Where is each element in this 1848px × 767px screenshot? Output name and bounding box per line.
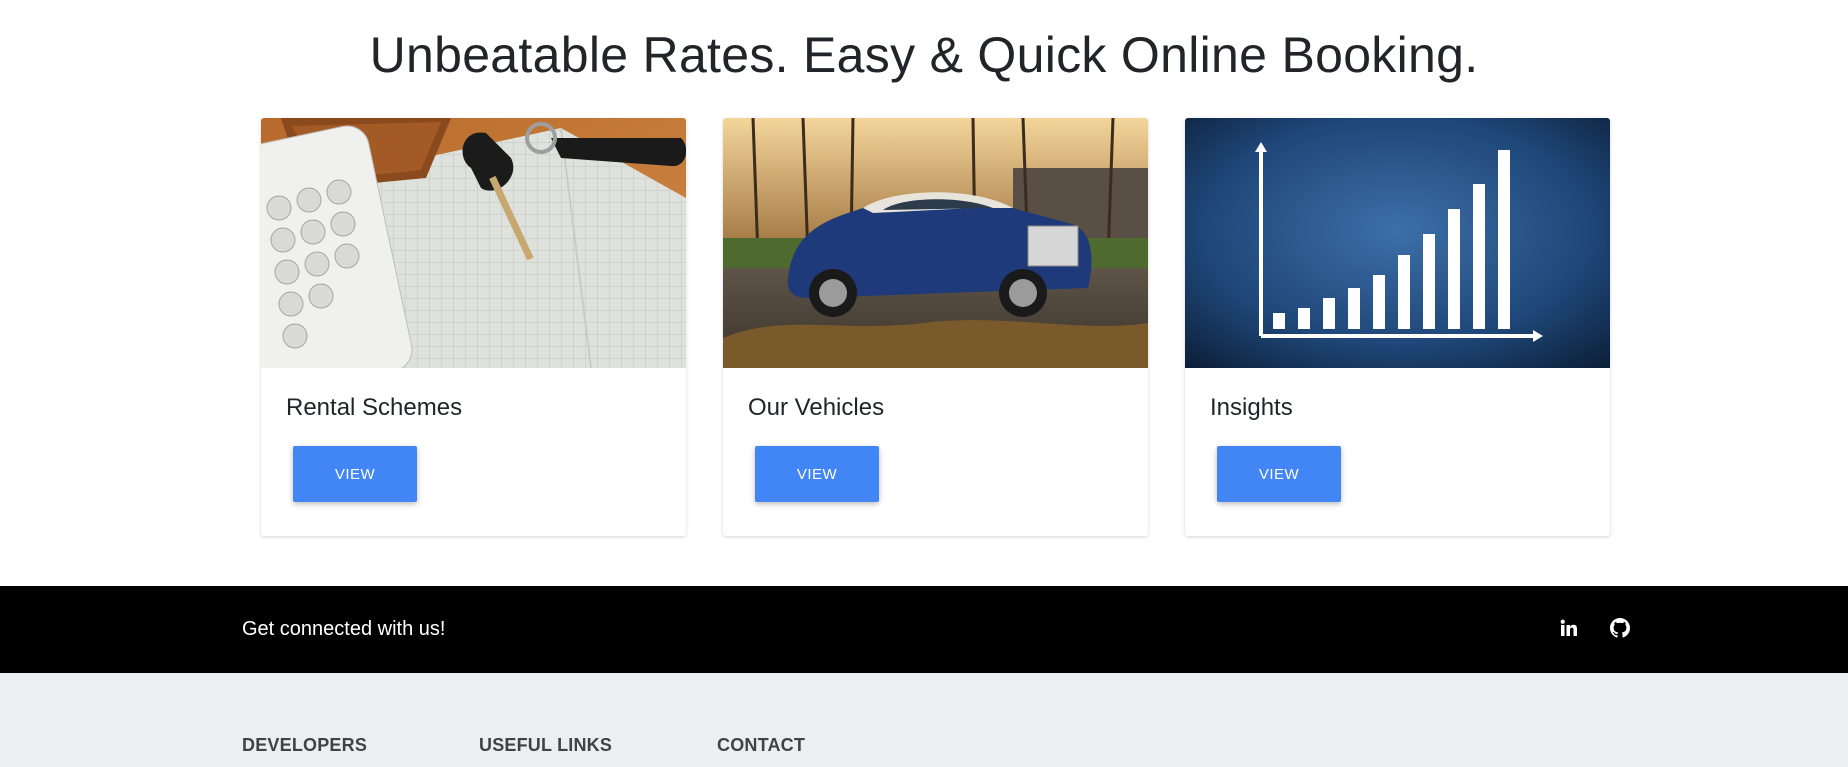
feature-cards: Rental Schemes VIEW Our Vehicles VIEW In…	[261, 118, 1612, 536]
footer-heading-developers: DEVELOPERS	[242, 735, 368, 755]
card-title: Our Vehicles	[748, 394, 885, 421]
card-rental-schemes: Rental Schemes VIEW	[261, 118, 686, 536]
github-icon[interactable]	[1607, 615, 1633, 641]
insights-image	[1185, 118, 1610, 368]
page-headline: Unbeatable Rates. Easy & Quick Online Bo…	[369, 27, 1479, 83]
linkedin-icon[interactable]	[1556, 615, 1582, 641]
card-insights: Insights VIEW	[1185, 118, 1610, 536]
card-our-vehicles: Our Vehicles VIEW	[723, 118, 1148, 536]
view-insights-button[interactable]: VIEW	[1217, 446, 1341, 502]
footer-heading-contact: CONTACT	[717, 735, 806, 755]
connect-text: Get connected with us!	[242, 618, 446, 640]
card-title: Rental Schemes	[286, 394, 463, 421]
footer-heading-useful-links: USEFUL LINKS	[479, 735, 613, 755]
footer: DEVELOPERS USEFUL LINKS CONTACT	[0, 673, 1848, 767]
rental-schemes-image	[261, 118, 686, 368]
view-our-vehicles-button[interactable]: VIEW	[755, 446, 879, 502]
view-rental-schemes-button[interactable]: VIEW	[293, 446, 417, 502]
card-title: Insights	[1210, 394, 1293, 421]
social-connect-bar: Get connected with us!	[0, 586, 1848, 673]
our-vehicles-image	[723, 118, 1148, 368]
